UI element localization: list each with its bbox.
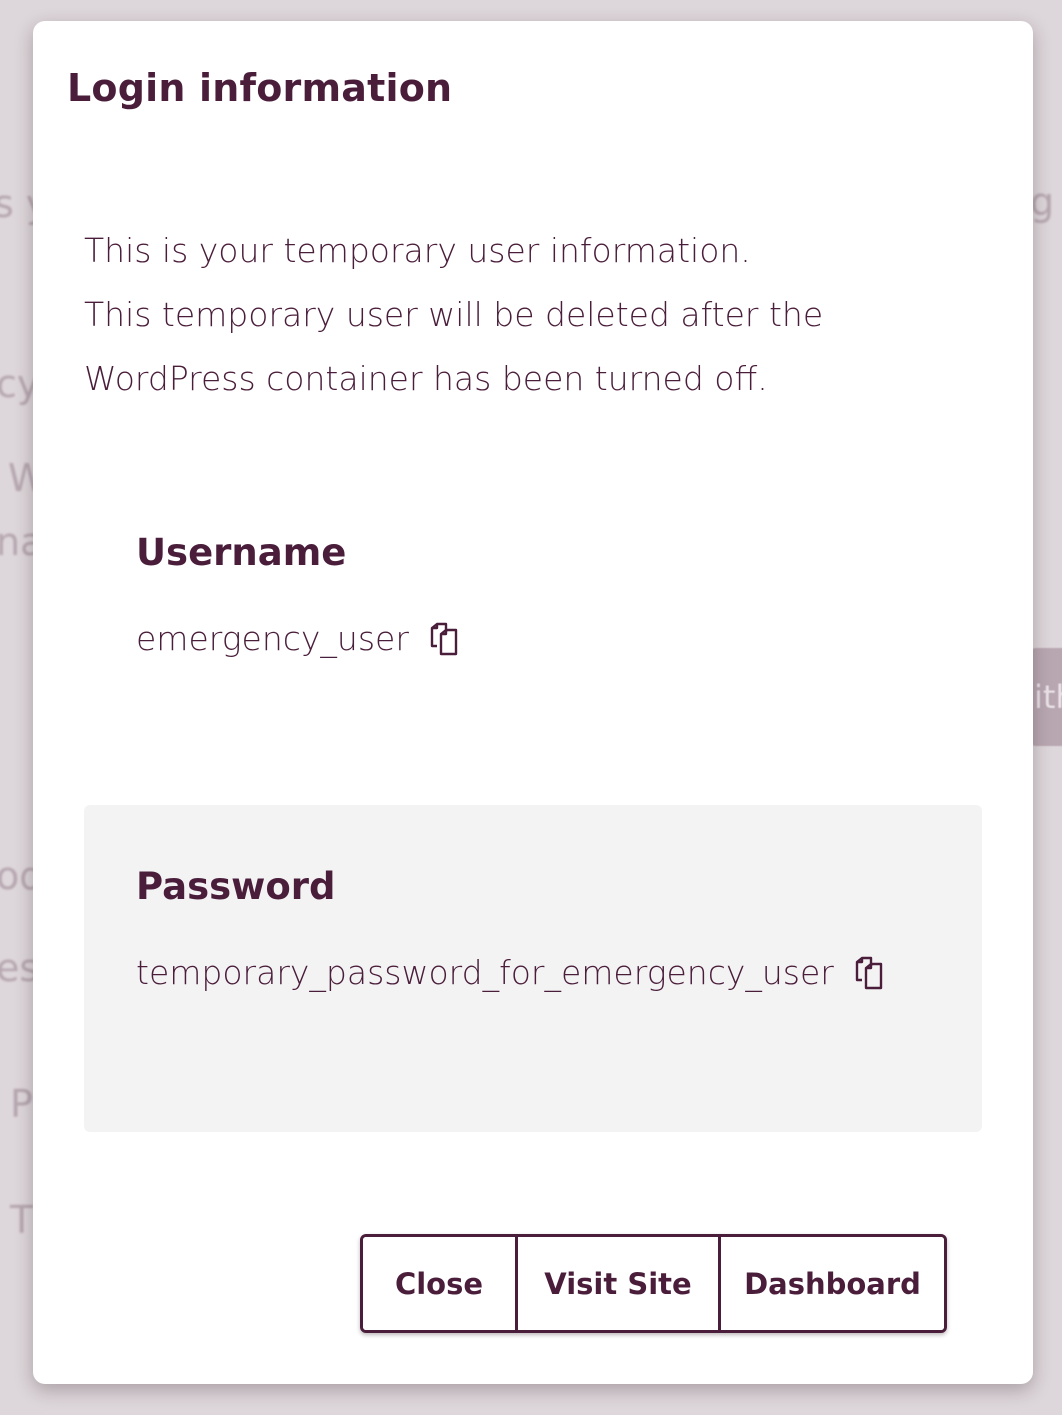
background-button: ith <box>1030 648 1062 746</box>
close-button[interactable]: Close <box>363 1237 515 1330</box>
intro-line: This is your temporary user information. <box>84 231 751 270</box>
username-label: Username <box>136 531 347 574</box>
password-row: temporary_password_for_emergency_user <box>136 953 888 992</box>
username-value[interactable]: emergency_user <box>136 619 409 658</box>
copy-icon[interactable] <box>427 621 463 657</box>
login-information-modal: Login information This is your temporary… <box>33 21 1033 1384</box>
password-label: Password <box>136 865 336 908</box>
username-row: emergency_user <box>136 619 463 658</box>
intro-line: WordPress container has been turned off. <box>84 359 768 398</box>
copy-icon[interactable] <box>852 955 888 991</box>
action-button-group: Close Visit Site Dashboard <box>360 1234 947 1333</box>
password-value[interactable]: temporary_password_for_emergency_user <box>136 953 834 992</box>
username-section: Username emergency_user <box>84 471 982 798</box>
dashboard-button[interactable]: Dashboard <box>718 1237 944 1330</box>
visit-site-button[interactable]: Visit Site <box>515 1237 718 1330</box>
password-section: Password temporary_password_for_emergenc… <box>84 805 982 1132</box>
intro-text: This is your temporary user information.… <box>84 219 964 411</box>
background-text-fragment: P <box>10 1082 33 1126</box>
modal-title: Login information <box>67 66 453 110</box>
intro-line: This temporary user will be deleted afte… <box>84 295 824 334</box>
background-text-fragment: g <box>1030 180 1055 224</box>
background-text-fragment: T <box>10 1198 34 1242</box>
